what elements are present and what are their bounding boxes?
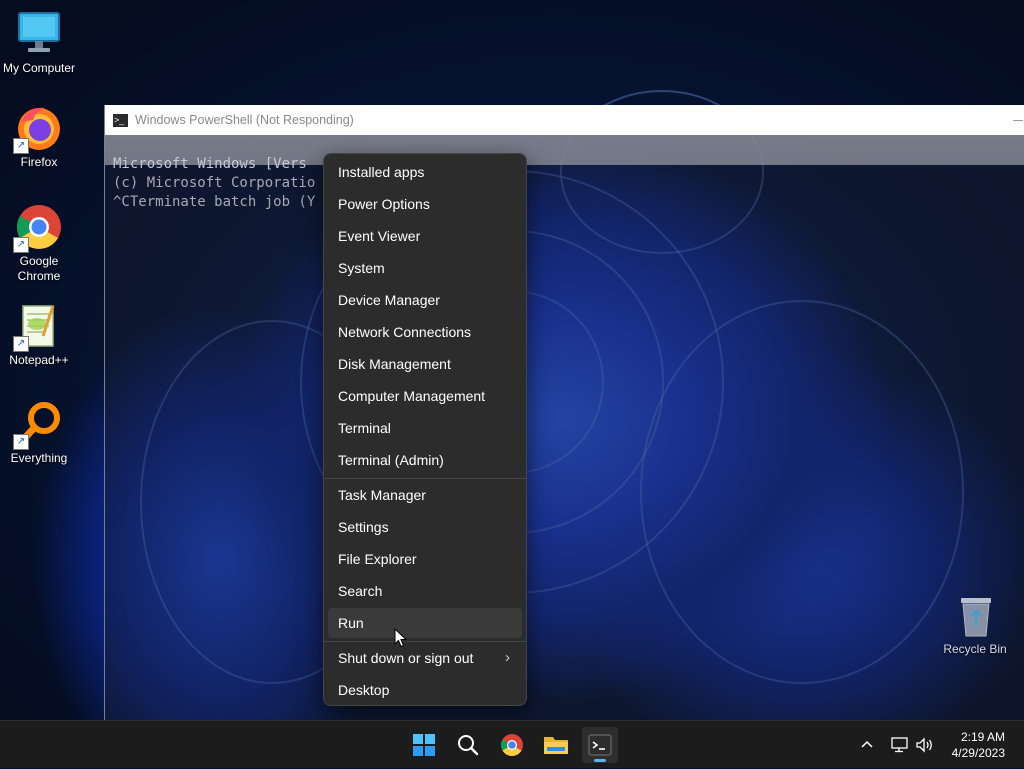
console-line: Microsoft Windows [Vers: [113, 156, 307, 172]
shortcut-arrow-icon: ↗: [13, 336, 29, 352]
notepadpp-icon: ↗: [13, 302, 63, 352]
desktop-icon-label: Google Chrome: [17, 254, 61, 283]
desktop-icon-label: My Computer: [2, 61, 76, 75]
desktop-icon-recycle-bin[interactable]: Recycle Bin: [940, 596, 1010, 656]
clock-time: 2:19 AM: [960, 730, 1005, 744]
powershell-titlebar[interactable]: >_ Windows PowerShell (Not Responding): [105, 105, 1024, 135]
window-title: Windows PowerShell (Not Responding): [135, 113, 354, 127]
file-explorer-icon: [544, 737, 568, 754]
menu-item-device-manager[interactable]: Device Manager: [328, 285, 522, 315]
taskbar-search-button[interactable]: [450, 727, 486, 763]
menu-item-desktop[interactable]: Desktop: [328, 675, 522, 705]
menu-item-installed-apps[interactable]: Installed apps: [328, 157, 522, 187]
search-icon: [458, 735, 479, 756]
desktop-icon-google-chrome[interactable]: ↗ Google Chrome: [0, 203, 78, 284]
shortcut-arrow-icon: ↗: [13, 434, 29, 450]
desktop-icon-label: Recycle Bin: [943, 642, 1007, 656]
menu-separator: [324, 478, 526, 479]
menu-item-task-manager[interactable]: Task Manager: [328, 480, 522, 510]
volume-icon: [916, 737, 932, 753]
chevron-up-icon: [861, 740, 873, 748]
powershell-icon: >_: [113, 113, 128, 127]
shortcut-arrow-icon: ↗: [13, 138, 29, 154]
volume-button[interactable]: [915, 721, 935, 769]
shortcut-arrow-icon: ↗: [13, 237, 29, 253]
desktop-icon-label: Firefox: [20, 155, 58, 169]
power-user-menu: Installed apps Power Options Event Viewe…: [323, 153, 527, 706]
menu-item-terminal[interactable]: Terminal: [328, 413, 522, 443]
start-icon: [413, 734, 435, 756]
menu-item-file-explorer[interactable]: File Explorer: [328, 544, 522, 574]
chevron-right-icon: ›: [505, 649, 510, 666]
clock[interactable]: 2:19 AM 4/29/2023: [952, 729, 1005, 761]
clock-date: 4/29/2023: [951, 746, 1005, 760]
taskbar: 2:19 AM 4/29/2023: [0, 720, 1024, 768]
console-line: (c) Microsoft Corporatio: [113, 175, 316, 191]
menu-item-search[interactable]: Search: [328, 576, 522, 606]
powershell-console[interactable]: [105, 135, 1024, 720]
minimize-button[interactable]: [1013, 119, 1023, 121]
console-output: Microsoft Windows [Vers (c) Microsoft Cor…: [113, 155, 315, 212]
powershell-window[interactable]: >_ Windows PowerShell (Not Responding) M…: [104, 105, 1024, 720]
desktop-icon-label: Notepad++: [9, 353, 69, 367]
menu-item-settings[interactable]: Settings: [328, 512, 522, 542]
running-indicator: [594, 759, 606, 762]
taskbar-file-explorer-button[interactable]: [538, 727, 574, 763]
network-icon: [891, 737, 908, 753]
menu-item-terminal-admin[interactable]: Terminal (Admin): [328, 445, 522, 475]
monitor-icon: [15, 10, 63, 58]
menu-separator: [324, 641, 526, 642]
taskbar-chrome-button[interactable]: [494, 727, 530, 763]
menu-item-computer-management[interactable]: Computer Management: [328, 381, 522, 411]
menu-item-run[interactable]: Run: [328, 608, 522, 638]
firefox-icon: ↗: [13, 104, 63, 154]
mouse-cursor-icon: [394, 627, 408, 653]
recycle-bin-icon: [958, 596, 992, 637]
console-line: ^CTerminate batch job (Y: [113, 194, 316, 210]
chrome-icon: [501, 734, 523, 756]
desktop-icon-my-computer[interactable]: My Computer: [0, 10, 78, 76]
start-button[interactable]: [406, 727, 442, 763]
menu-item-network-connections[interactable]: Network Connections: [328, 317, 522, 347]
show-hidden-icons-button[interactable]: [859, 721, 875, 769]
taskbar-terminal-button[interactable]: [582, 727, 618, 763]
menu-item-event-viewer[interactable]: Event Viewer: [328, 221, 522, 251]
desktop-icon-firefox[interactable]: ↗ Firefox: [0, 104, 78, 170]
menu-item-system[interactable]: System: [328, 253, 522, 283]
desktop-icon-everything[interactable]: ↗ Everything: [0, 400, 78, 466]
everything-search-icon: ↗: [13, 400, 63, 450]
terminal-icon: [588, 734, 612, 756]
network-status-button[interactable]: [890, 721, 910, 769]
menu-item-disk-management[interactable]: Disk Management: [328, 349, 522, 379]
chrome-icon: ↗: [13, 203, 63, 253]
desktop-icon-label: Everything: [10, 451, 68, 465]
menu-item-shut-down-or-sign-out[interactable]: Shut down or sign out ›: [328, 643, 522, 673]
desktop-icon-notepadpp[interactable]: ↗ Notepad++: [0, 302, 78, 368]
menu-item-power-options[interactable]: Power Options: [328, 189, 522, 219]
